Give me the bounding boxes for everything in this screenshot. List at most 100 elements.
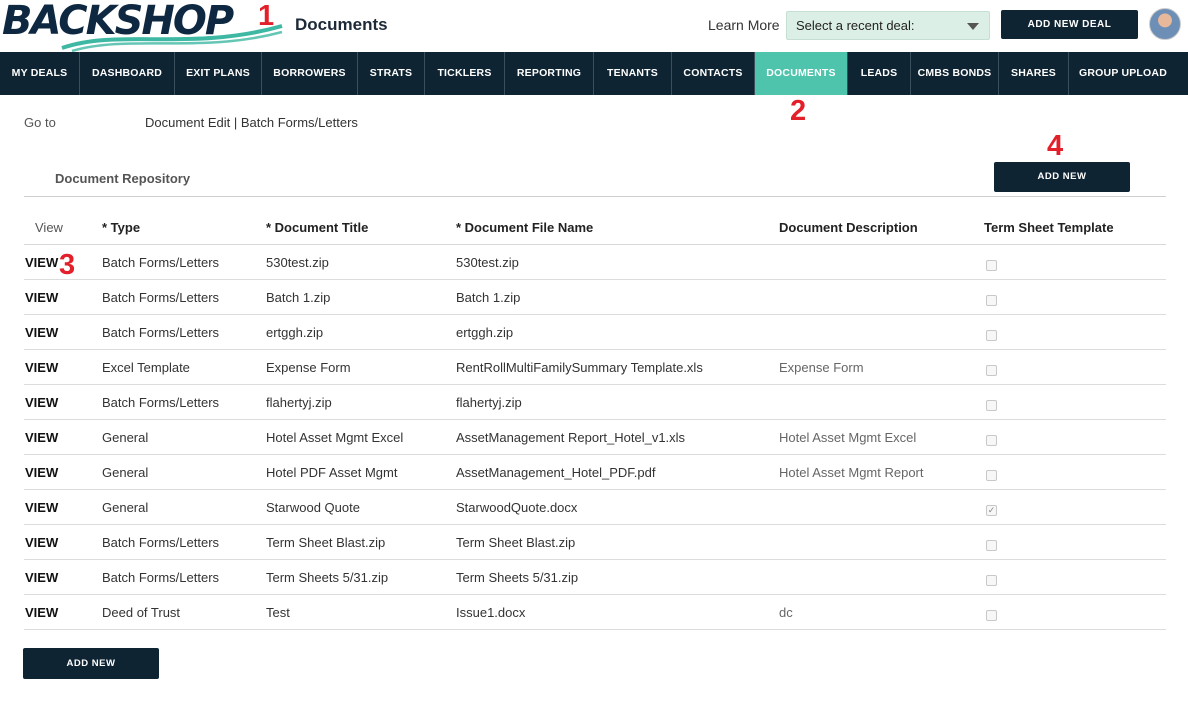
add-new-document-button-top[interactable]: ADD NEW: [994, 162, 1130, 192]
header-type[interactable]: * Type: [102, 220, 140, 235]
table-row: VIEW Excel Template Expense Form RentRollMu…: [24, 350, 1166, 385]
cell-title: ertggh.zip: [266, 325, 324, 340]
nav-item-cmbs-bonds[interactable]: CMBS BONDS: [911, 52, 999, 95]
term-sheet-template-checkbox[interactable]: [986, 470, 997, 481]
annotation-marker-4: 4: [1047, 130, 1064, 162]
backshop-logo[interactable]: BACKSHOP: [0, 0, 285, 52]
table-row: VIEW Batch Forms/Letters 530test.zip 530tes…: [24, 245, 1166, 280]
cell-type: Batch Forms/Letters: [102, 570, 220, 585]
cell-title: Term Sheet Blast.zip: [266, 535, 386, 550]
goto-label: Go to: [24, 115, 56, 130]
page-title: Documents: [295, 15, 388, 34]
cell-file-name: StarwoodQuote.docx: [456, 500, 578, 515]
table-row: VIEW Deed of Trust Test Issue1.docx dc: [24, 595, 1166, 630]
cell-file-name: 530test.zip: [456, 255, 519, 270]
cell-file-name: Term Sheet Blast.zip: [456, 535, 576, 550]
recent-deal-select-value: Select a recent deal:: [796, 18, 915, 33]
cell-description: dc: [779, 605, 793, 620]
term-sheet-template-checkbox[interactable]: [986, 610, 997, 621]
nav-item-documents[interactable]: DOCUMENTS: [755, 52, 848, 95]
nav-item-reporting[interactable]: REPORTING: [505, 52, 594, 95]
nav-item-leads[interactable]: LEADS: [848, 52, 911, 95]
table-row: VIEW Batch Forms/Letters Term Sheet Blast.…: [24, 525, 1166, 560]
table-row: VIEW Batch Forms/Letters Batch 1.zip Batch …: [24, 280, 1166, 315]
nav-item-dashboard[interactable]: DASHBOARD: [80, 52, 175, 95]
cell-title: Expense Form: [266, 360, 351, 375]
add-new-deal-button[interactable]: ADD NEW DEAL: [1001, 10, 1138, 39]
header-term-sheet-template[interactable]: Term Sheet Template: [984, 220, 1114, 235]
nav-item-my-deals[interactable]: MY DEALS: [0, 52, 80, 95]
view-link[interactable]: VIEW: [25, 325, 58, 340]
view-link[interactable]: VIEW: [25, 500, 58, 515]
nav-item-contacts[interactable]: CONTACTS: [672, 52, 755, 95]
cell-title: Hotel PDF Asset Mgmt: [266, 465, 398, 480]
goto-links[interactable]: Document Edit | Batch Forms/Letters: [145, 115, 358, 130]
nav-item-tenants[interactable]: TENANTS: [594, 52, 672, 95]
cell-title: flahertyj.zip: [266, 395, 332, 410]
view-link[interactable]: VIEW: [25, 570, 58, 585]
cell-type: Batch Forms/Letters: [102, 290, 220, 305]
table-row: VIEW General Hotel Asset Mgmt Excel AssetMa…: [24, 420, 1166, 455]
view-link[interactable]: VIEW: [25, 395, 58, 410]
view-link[interactable]: VIEW: [25, 255, 58, 270]
cell-type: Batch Forms/Letters: [102, 535, 220, 550]
cell-type: Deed of Trust: [102, 605, 181, 620]
view-link[interactable]: VIEW: [25, 290, 58, 305]
logo-swoosh-icon: [61, 24, 283, 52]
header-title[interactable]: * Document Title: [266, 220, 368, 235]
cell-type: General: [102, 465, 149, 480]
table-row: VIEW Batch Forms/Letters Term Sheets 5/31.…: [24, 560, 1166, 595]
term-sheet-template-checkbox[interactable]: [986, 260, 997, 271]
cell-file-name: RentRollMultiFamilySummary Template.xls: [456, 360, 703, 375]
term-sheet-template-checkbox[interactable]: ✓: [986, 505, 997, 516]
table-body: VIEW Batch Forms/Letters 530test.zip 530tes…: [24, 245, 1166, 630]
term-sheet-template-checkbox[interactable]: [986, 540, 997, 551]
term-sheet-template-checkbox[interactable]: [986, 435, 997, 446]
term-sheet-template-checkbox[interactable]: [986, 575, 997, 586]
add-new-document-button-bottom[interactable]: ADD NEW: [23, 648, 159, 679]
cell-type: Batch Forms/Letters: [102, 395, 220, 410]
app-header: BACKSHOP Documents Learn More Select a r…: [0, 0, 1188, 52]
cell-title: Batch 1.zip: [266, 290, 331, 305]
cell-title: Test: [266, 605, 290, 620]
cell-type: Excel Template: [102, 360, 190, 375]
cell-type: General: [102, 500, 149, 515]
table-row: VIEW General Starwood Quote StarwoodQuote.d…: [24, 490, 1166, 525]
nav-item-shares[interactable]: SHARES: [999, 52, 1069, 95]
term-sheet-template-checkbox[interactable]: [986, 295, 997, 306]
cell-title: Term Sheets 5/31.zip: [266, 570, 389, 585]
recent-deal-select[interactable]: Select a recent deal:: [786, 11, 990, 40]
view-link[interactable]: VIEW: [25, 360, 58, 375]
nav-item-exit-plans[interactable]: EXIT PLANS: [175, 52, 262, 95]
view-link[interactable]: VIEW: [25, 430, 58, 445]
header-file-name[interactable]: * Document File Name: [456, 220, 593, 235]
header-description[interactable]: Document Description: [779, 220, 918, 235]
cell-title: Starwood Quote: [266, 500, 360, 515]
cell-file-name: flahertyj.zip: [456, 395, 522, 410]
cell-title: 530test.zip: [266, 255, 329, 270]
learn-more-link[interactable]: Learn More: [708, 17, 780, 33]
nav-item-group-upload[interactable]: GROUP UPLOAD: [1069, 52, 1177, 95]
divider: [24, 196, 1166, 197]
view-link[interactable]: VIEW: [25, 465, 58, 480]
cell-file-name: Issue1.docx: [456, 605, 526, 620]
term-sheet-template-checkbox[interactable]: [986, 400, 997, 411]
avatar[interactable]: [1149, 8, 1181, 40]
nav-item-strats[interactable]: STRATS: [358, 52, 425, 95]
annotation-marker-1: 1: [258, 0, 275, 32]
term-sheet-template-checkbox[interactable]: [986, 330, 997, 341]
nav-item-ticklers[interactable]: TICKLERS: [425, 52, 505, 95]
term-sheet-template-checkbox[interactable]: [986, 365, 997, 376]
annotation-marker-2: 2: [790, 95, 807, 127]
table-row: VIEW Batch Forms/Letters flahertyj.zip flah…: [24, 385, 1166, 420]
nav-item-borrowers[interactable]: BORROWERS: [262, 52, 358, 95]
cell-description: Expense Form: [779, 360, 864, 375]
repository-title: Document Repository: [55, 171, 191, 186]
view-link[interactable]: VIEW: [25, 605, 58, 620]
cell-description: Hotel Asset Mgmt Report: [779, 465, 924, 480]
chevron-down-icon: [967, 23, 979, 30]
cell-file-name: Batch 1.zip: [456, 290, 521, 305]
header-view: View: [35, 220, 63, 235]
view-link[interactable]: VIEW: [25, 535, 58, 550]
cell-file-name: ertggh.zip: [456, 325, 514, 340]
